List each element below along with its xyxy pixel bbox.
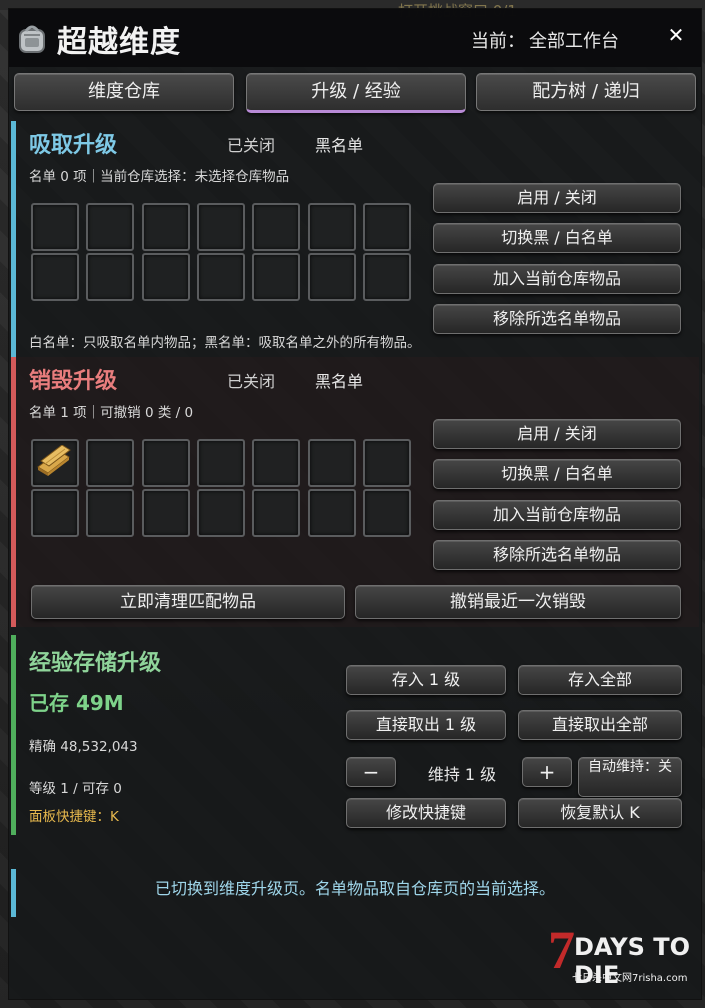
absorb-slot[interactable]: [197, 203, 245, 251]
absorb-slot[interactable]: [86, 203, 134, 251]
destroy-slot[interactable]: [252, 439, 300, 487]
xp-storage-section: 经验存储升级 已存 49M 精确 48,532,043 等级 1 / 可存 0 …: [11, 635, 699, 835]
absorb-slot[interactable]: [31, 203, 79, 251]
destroy-upgrade-section: 销毁升级 已关闭 黑名单 名单 1 项｜可撤销 0 类 / 0 启用 / 关闭 …: [11, 357, 699, 627]
withdraw-all-button[interactable]: 直接取出全部: [518, 710, 682, 740]
auto-maintain-toggle[interactable]: 自动维持：关: [578, 757, 682, 797]
absorb-slot[interactable]: [308, 253, 356, 301]
absorb-add-item-button[interactable]: 加入当前仓库物品: [433, 264, 681, 294]
destroy-slot[interactable]: [197, 439, 245, 487]
absorb-accent-bar: [11, 121, 16, 357]
absorb-slot[interactable]: [142, 253, 190, 301]
absorb-upgrade-section: 吸取升级 已关闭 黑名单 名单 0 项｜当前仓库选择：未选择仓库物品 启用 / …: [11, 121, 699, 357]
absorb-slot[interactable]: [308, 203, 356, 251]
destroy-state: 已关闭: [227, 372, 276, 391]
destroy-slot[interactable]: [86, 439, 134, 487]
decrease-maintain-button[interactable]: −: [346, 757, 396, 787]
maintain-level-label: 维持 1 级: [427, 765, 497, 784]
destroy-summary: 名单 1 项｜可撤销 0 类 / 0: [29, 405, 194, 421]
status-message-bar: 已切换到维度升级页。名单物品取自仓库页的当前选择。: [11, 869, 699, 917]
destroy-slot[interactable]: [86, 489, 134, 537]
dimension-panel: 超越维度 当前： 全部工作台 ✕ 维度仓库 升级 / 经验 配方树 / 递归 吸取…: [8, 8, 702, 1000]
destroy-mode: 黑名单: [315, 372, 364, 391]
absorb-title: 吸取升级: [29, 133, 118, 158]
destroy-slot[interactable]: [142, 489, 190, 537]
watermark-site: 七日杀中文网7risha.com: [572, 973, 688, 984]
xp-title: 经验存储升级: [29, 651, 162, 676]
backpack-icon: [15, 21, 49, 55]
xp-level: 等级 1 / 可存 0: [29, 781, 122, 797]
destroy-slot[interactable]: [142, 439, 190, 487]
absorb-slot[interactable]: [142, 203, 190, 251]
destroy-slot-filled[interactable]: [31, 439, 79, 487]
tab-upgrade-xp[interactable]: 升级 / 经验: [246, 73, 466, 113]
absorb-slot[interactable]: [363, 203, 411, 251]
hotkey-label: 面板快捷键：K: [29, 809, 119, 825]
wood-planks-icon: [35, 444, 73, 483]
undo-destroy-button[interactable]: 撤销最近一次销毁: [355, 585, 681, 619]
withdraw-one-level-button[interactable]: 直接取出 1 级: [346, 710, 506, 740]
destroy-slot[interactable]: [252, 489, 300, 537]
clear-matching-button[interactable]: 立即清理匹配物品: [31, 585, 345, 619]
destroy-title: 销毁升级: [29, 369, 118, 394]
destroy-add-item-button[interactable]: 加入当前仓库物品: [433, 500, 681, 530]
destroy-switch-list-button[interactable]: 切换黑 / 白名单: [433, 459, 681, 489]
absorb-slot[interactable]: [363, 253, 411, 301]
change-hotkey-button[interactable]: 修改快捷键: [346, 798, 506, 828]
reset-hotkey-button[interactable]: 恢复默认 K: [518, 798, 682, 828]
destroy-toggle-button[interactable]: 启用 / 关闭: [433, 419, 681, 449]
logo-seven: 7: [548, 920, 575, 980]
absorb-slot[interactable]: [31, 253, 79, 301]
xp-stored: 已存 49M: [29, 691, 124, 715]
destroy-slot[interactable]: [31, 489, 79, 537]
tab-recipe-tree[interactable]: 配方树 / 递归: [476, 73, 696, 111]
absorb-note: 白名单：只吸取名单内物品；黑名单：吸取名单之外的所有物品。: [29, 335, 421, 351]
increase-maintain-button[interactable]: +: [522, 757, 572, 787]
panel-header: 超越维度 当前： 全部工作台 ✕: [9, 9, 701, 67]
game-logo-watermark: 7 DAYS TO DIE 七日杀中文网7risha.com: [548, 920, 700, 995]
destroy-slot[interactable]: [197, 489, 245, 537]
deposit-one-level-button[interactable]: 存入 1 级: [346, 665, 506, 695]
destroy-slot[interactable]: [308, 489, 356, 537]
destroy-slot[interactable]: [308, 439, 356, 487]
destroy-slot[interactable]: [363, 489, 411, 537]
current-label: 当前：: [471, 31, 525, 52]
status-message: 已切换到维度升级页。名单物品取自仓库页的当前选择。: [154, 879, 555, 898]
tab-dimension-storage[interactable]: 维度仓库: [14, 73, 234, 111]
close-icon[interactable]: ✕: [665, 23, 687, 49]
absorb-toggle-button[interactable]: 启用 / 关闭: [433, 183, 681, 213]
deposit-all-button[interactable]: 存入全部: [518, 665, 682, 695]
absorb-remove-item-button[interactable]: 移除所选名单物品: [433, 304, 681, 334]
absorb-mode: 黑名单: [315, 136, 364, 155]
xp-accent-bar: [11, 635, 16, 835]
absorb-summary: 名单 0 项｜当前仓库选择：未选择仓库物品: [29, 169, 290, 185]
absorb-slot[interactable]: [252, 203, 300, 251]
destroy-accent-bar: [11, 357, 16, 627]
destroy-remove-item-button[interactable]: 移除所选名单物品: [433, 540, 681, 570]
absorb-slot[interactable]: [197, 253, 245, 301]
window-title: 超越维度: [57, 25, 181, 60]
current-workbench: 当前： 全部工作台: [471, 27, 619, 53]
destroy-slot[interactable]: [363, 439, 411, 487]
current-value: 全部工作台: [529, 31, 619, 52]
absorb-slot[interactable]: [86, 253, 134, 301]
absorb-switch-list-button[interactable]: 切换黑 / 白名单: [433, 223, 681, 253]
absorb-slot[interactable]: [252, 253, 300, 301]
xp-exact-value: 精确 48,532,043: [29, 739, 138, 755]
absorb-state: 已关闭: [227, 136, 276, 155]
